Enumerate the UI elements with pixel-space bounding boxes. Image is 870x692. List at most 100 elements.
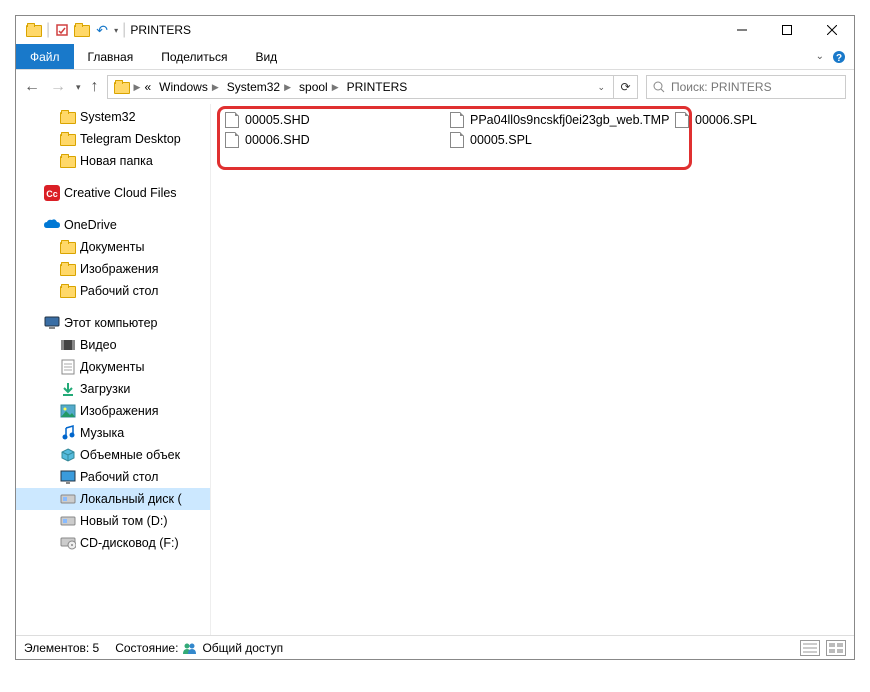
tree-item-label: Видео bbox=[80, 338, 117, 352]
docs-icon bbox=[60, 359, 76, 375]
tree-item[interactable]: Документы bbox=[16, 356, 210, 378]
music-icon bbox=[60, 425, 76, 441]
content-pane[interactable]: 00005.SHD00006.SHDPPa04ll0s9ncskfj0ei23g… bbox=[211, 104, 854, 635]
nav-row: ← → ▾ ↑ ▶ « Windows ▶ System32 ▶ spool ▶… bbox=[16, 70, 854, 104]
tree-item[interactable]: Изображения bbox=[16, 258, 210, 280]
tree-item[interactable]: Изображения bbox=[16, 400, 210, 422]
crumb-prefix: « bbox=[140, 80, 155, 94]
tree-item-label: Документы bbox=[80, 240, 144, 254]
disk-icon bbox=[60, 491, 76, 507]
tree-item[interactable]: Музыка bbox=[16, 422, 210, 444]
title-bar: | ↶ ▾ | PRINTERS bbox=[16, 16, 854, 44]
tree-item-label: Этот компьютер bbox=[64, 316, 157, 330]
folder-icon bbox=[60, 283, 76, 299]
pc-icon bbox=[44, 315, 60, 331]
view-details-button[interactable] bbox=[800, 640, 820, 656]
quick-access-toolbar: | ↶ ▾ | bbox=[22, 21, 126, 39]
up-button[interactable]: ↑ bbox=[91, 78, 99, 96]
tab-file[interactable]: Файл bbox=[16, 44, 74, 69]
crumb-system32[interactable]: System32 ▶ bbox=[223, 80, 295, 94]
close-button[interactable] bbox=[809, 16, 854, 44]
folder-icon bbox=[60, 261, 76, 277]
annotation-highlight bbox=[217, 106, 692, 170]
tree-item-label: Объемные объек bbox=[80, 448, 180, 462]
maximize-button[interactable] bbox=[764, 16, 809, 44]
window-controls bbox=[719, 16, 854, 44]
tree-item[interactable]: Объемные объек bbox=[16, 444, 210, 466]
tree-item-label: Музыка bbox=[80, 426, 124, 440]
tab-view[interactable]: Вид bbox=[241, 44, 291, 69]
qat-divider: | bbox=[46, 21, 50, 39]
folder-icon bbox=[60, 131, 76, 147]
address-bar[interactable]: ▶ « Windows ▶ System32 ▶ spool ▶ PRINTER… bbox=[107, 75, 614, 99]
forward-button[interactable]: → bbox=[50, 78, 66, 96]
crumb-printers[interactable]: PRINTERS bbox=[343, 80, 412, 94]
tree-item[interactable]: Этот компьютер bbox=[16, 312, 210, 334]
tree-item-label: Загрузки bbox=[80, 382, 130, 396]
refresh-button[interactable]: ⟳ bbox=[614, 75, 638, 99]
tree-item[interactable]: System32 bbox=[16, 106, 210, 128]
back-button[interactable]: ← bbox=[24, 78, 40, 96]
pics-icon bbox=[60, 403, 76, 419]
tree-item-label: Локальный диск ( bbox=[80, 492, 182, 506]
window-title: PRINTERS bbox=[126, 23, 719, 37]
tree-item[interactable]: Рабочий стол bbox=[16, 466, 210, 488]
recent-dropdown-icon[interactable]: ▾ bbox=[76, 82, 81, 93]
shared-icon bbox=[182, 642, 198, 654]
qat-undo-icon[interactable]: ↶ bbox=[94, 22, 110, 38]
tree-item-label: System32 bbox=[80, 110, 136, 124]
nav-tree[interactable]: System32 Telegram Desktop Новая папка CcCre… bbox=[16, 104, 211, 635]
folder-icon bbox=[60, 109, 76, 125]
video-icon bbox=[60, 337, 76, 353]
search-icon bbox=[653, 81, 665, 93]
body: System32 Telegram Desktop Новая папка CcCre… bbox=[16, 104, 854, 635]
tree-item[interactable]: Новая папка bbox=[16, 150, 210, 172]
cc-icon: Cc bbox=[44, 185, 60, 201]
tab-home[interactable]: Главная bbox=[74, 44, 148, 69]
3d-icon bbox=[60, 447, 76, 463]
ribbon-tabs: Файл Главная Поделиться Вид ⌄ ? bbox=[16, 44, 854, 70]
tree-item[interactable]: Telegram Desktop bbox=[16, 128, 210, 150]
tree-item[interactable]: CD-дисковод (F:) bbox=[16, 532, 210, 554]
tree-item-label: Изображения bbox=[80, 262, 159, 276]
ribbon-collapse-icon[interactable]: ⌄ bbox=[816, 51, 824, 62]
crumb-windows[interactable]: Windows ▶ bbox=[155, 80, 223, 94]
tree-item[interactable]: Рабочий стол bbox=[16, 280, 210, 302]
minimize-button[interactable] bbox=[719, 16, 764, 44]
status-item-count: Элементов: 5 bbox=[24, 641, 99, 655]
tree-item[interactable]: Документы bbox=[16, 236, 210, 258]
tree-item[interactable]: CcCreative Cloud Files bbox=[16, 182, 210, 204]
svg-text:?: ? bbox=[836, 53, 842, 64]
address-folder-icon bbox=[114, 79, 130, 95]
tree-item-label: Новая папка bbox=[80, 154, 153, 168]
folder-icon bbox=[60, 153, 76, 169]
help-icon[interactable]: ? bbox=[832, 50, 846, 64]
qat-properties-icon[interactable] bbox=[54, 22, 70, 38]
qat-dropdown-icon[interactable]: ▾ bbox=[114, 26, 118, 35]
tree-item-label: OneDrive bbox=[64, 218, 117, 232]
tree-item-label: Документы bbox=[80, 360, 144, 374]
folder-icon bbox=[60, 239, 76, 255]
qat-newfolder-icon[interactable] bbox=[74, 22, 90, 38]
desk-icon bbox=[60, 469, 76, 485]
crumb-sep-icon: ▶ bbox=[134, 82, 141, 93]
address-dropdown-icon[interactable]: ⌄ bbox=[591, 82, 611, 93]
search-box[interactable]: Поиск: PRINTERS bbox=[646, 75, 846, 99]
tree-item-label: Изображения bbox=[80, 404, 159, 418]
tree-item[interactable]: Видео bbox=[16, 334, 210, 356]
status-bar: Элементов: 5 Состояние: Общий доступ bbox=[16, 635, 854, 659]
app-folder-icon bbox=[26, 22, 42, 38]
file-item[interactable]: 00006.SPL bbox=[675, 110, 854, 130]
search-placeholder: Поиск: PRINTERS bbox=[671, 80, 772, 94]
tree-item[interactable]: OneDrive bbox=[16, 214, 210, 236]
tree-item[interactable]: Загрузки bbox=[16, 378, 210, 400]
svg-text:Cc: Cc bbox=[46, 189, 58, 199]
tree-item[interactable]: Локальный диск ( bbox=[16, 488, 210, 510]
tab-share[interactable]: Поделиться bbox=[147, 44, 241, 69]
tree-item-label: CD-дисковод (F:) bbox=[80, 536, 179, 550]
view-large-button[interactable] bbox=[826, 640, 846, 656]
onedrive-icon bbox=[44, 217, 60, 233]
tree-item[interactable]: Новый том (D:) bbox=[16, 510, 210, 532]
explorer-window: | ↶ ▾ | PRINTERS Файл Главная Поделиться… bbox=[15, 15, 855, 660]
crumb-spool[interactable]: spool ▶ bbox=[295, 80, 343, 94]
